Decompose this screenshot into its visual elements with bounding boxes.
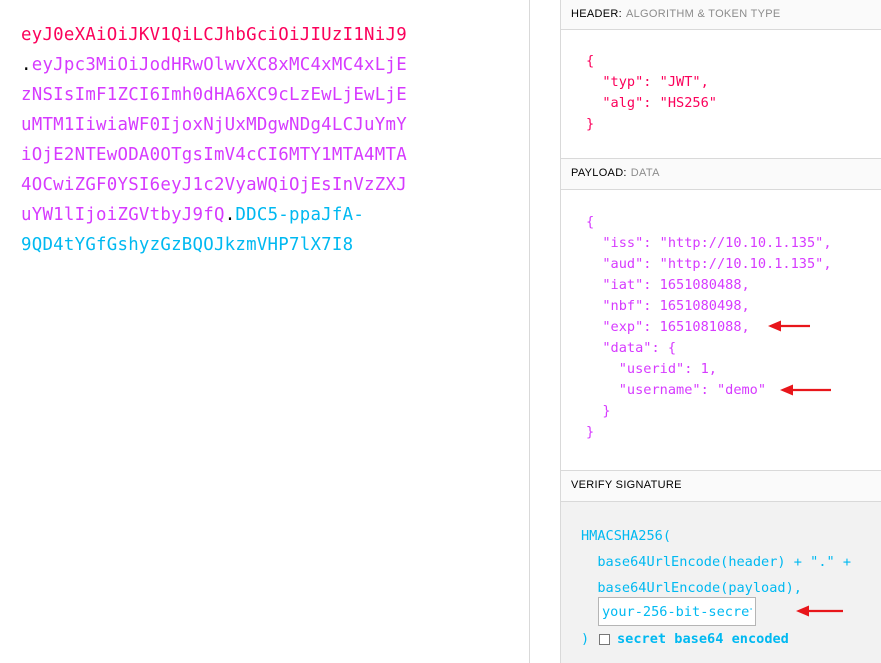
header-title: HEADER: <box>571 8 622 20</box>
decoded-panel: HEADER: ALGORITHM & TOKEN TYPE { "typ": "… <box>560 0 881 663</box>
token-segment-payload: 4OCwiZGF0YSI6eyJ1c2VyaWQiOjEsInVzZXJ <box>21 175 407 195</box>
header-json-editor[interactable]: { "typ": "JWT", "alg": "HS256"} <box>561 51 881 135</box>
annotation-arrow-secret-icon <box>796 605 843 617</box>
token-line: uYW1lIjoiZGVtbyJ9fQ.DDC5-ppaJfA- <box>21 203 364 227</box>
signature-formula: HMACSHA256( base64UrlEncode(header) + ".… <box>581 523 851 601</box>
token-line: iOjE2NTEwODA0OTgsImV4cCI6MTY1MTA4MTA <box>21 143 407 167</box>
secret-input[interactable] <box>598 597 756 626</box>
payload-subtitle: DATA <box>630 167 660 179</box>
annotation-arrow-username-icon <box>780 384 831 396</box>
code-line: { <box>586 53 595 69</box>
token-line: uMTM1IiwiaWF0IjoxNjUxMDgwNDg4LCJuYmY <box>21 113 407 137</box>
token-line: eyJ0eXAiOiJKV1QiLCJhbGciOiJIUzI1NiJ9 <box>21 23 407 47</box>
code-line: } <box>586 116 595 132</box>
token-line: 9QD4tYGfGshyzGzBQOJkzmVHP7lX7I8 <box>21 233 353 257</box>
token-segment-signature: 9QD4tYGfGshyzGzBQOJkzmVHP7lX7I8 <box>21 235 354 255</box>
code-line: "typ": "JWT", <box>586 74 709 90</box>
token-segment-dot: . <box>21 55 32 75</box>
code-line: "iss": "http://10.10.1.135", <box>586 235 832 251</box>
header-subtitle: ALGORITHM & TOKEN TYPE <box>626 8 781 20</box>
secret-base64-label[interactable]: secret base64 encoded <box>617 628 789 650</box>
signature-formula-line: HMACSHA256( <box>581 528 672 544</box>
secret-base64-checkbox[interactable] <box>599 634 610 645</box>
code-line: "userid": 1, <box>586 361 717 377</box>
token-segment-payload: uMTM1IiwiaWF0IjoxNjUxMDgwNDg4LCJuYmY <box>21 115 407 135</box>
code-line: "username": "demo" <box>586 382 767 398</box>
payload-title: PAYLOAD: <box>571 167 627 179</box>
code-line: "data": { <box>586 340 677 356</box>
token-segment-header: eyJ0eXAiOiJKV1QiLCJhbGciOiJIUzI1NiJ9 <box>21 25 407 45</box>
code-line: "exp": 1651081088, <box>586 319 750 335</box>
token-line: .eyJpc3MiOiJodHRwOlwvXC8xMC4xMC4xLjE <box>21 53 407 77</box>
code-line: } <box>586 403 611 419</box>
close-paren: ) <box>581 631 590 647</box>
payload-section-title: PAYLOAD: DATA <box>561 158 881 190</box>
token-segment-payload: uYW1lIjoiZGVtbyJ9fQ <box>21 205 225 225</box>
annotation-arrow-exp-icon <box>768 320 810 332</box>
verify-signature-body: HMACSHA256( base64UrlEncode(header) + ".… <box>561 502 881 663</box>
payload-json-editor[interactable]: { "iss": "http://10.10.1.135", "aud": "h… <box>561 212 881 443</box>
code-line: } <box>586 424 595 440</box>
code-line: "aud": "http://10.10.1.135", <box>586 256 832 272</box>
code-line: { <box>586 214 595 230</box>
token-segment-signature: DDC5-ppaJfA- <box>235 205 365 225</box>
code-line: "nbf": 1651080498, <box>586 298 750 314</box>
encoded-token-panel[interactable]: eyJ0eXAiOiJKV1QiLCJhbGciOiJIUzI1NiJ9 .eyJ… <box>0 0 530 663</box>
token-line: zNSIsImF1ZCI6Imh0dHA6XC9cLzEwLjEwLjE <box>21 83 407 107</box>
verify-title: VERIFY SIGNATURE <box>571 479 682 491</box>
header-section-title: HEADER: ALGORITHM & TOKEN TYPE <box>561 0 881 30</box>
token-segment-payload: eyJpc3MiOiJodHRwOlwvXC8xMC4xMC4xLjE <box>31 55 407 75</box>
verify-section-title: VERIFY SIGNATURE <box>561 470 881 502</box>
code-line: "iat": 1651080488, <box>586 277 750 293</box>
token-segment-payload: iOjE2NTEwODA0OTgsImV4cCI6MTY1MTA4MTA <box>21 145 407 165</box>
code-line: "alg": "HS256" <box>586 95 717 111</box>
token-segment-dot: . <box>224 205 236 225</box>
token-line: 4OCwiZGF0YSI6eyJ1c2VyaWQiOjEsInVzZXJ <box>21 173 407 197</box>
signature-formula-line: base64UrlEncode(header) + "." + <box>581 554 852 570</box>
token-segment-payload: zNSIsImF1ZCI6Imh0dHA6XC9cLzEwLjEwLjE <box>21 85 407 105</box>
